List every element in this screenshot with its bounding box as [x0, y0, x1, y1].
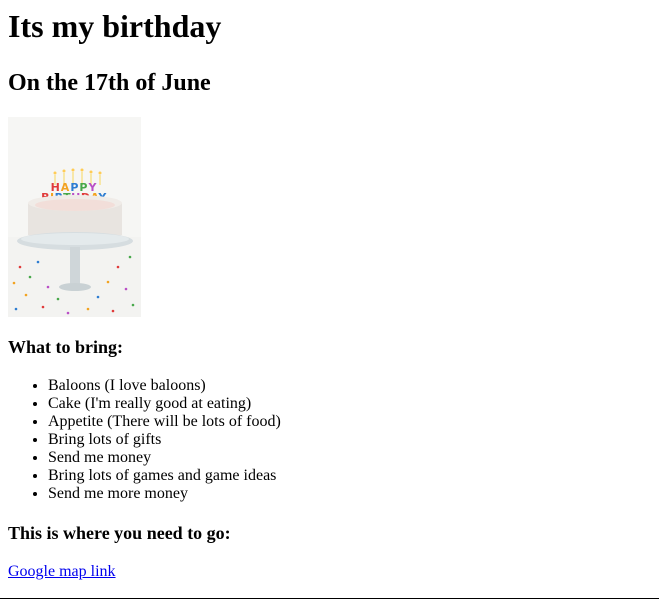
page-title: Its my birthday — [8, 8, 222, 44]
birthday-cake-image: HAPPY BIRTHDAY — [8, 117, 141, 317]
bring-heading: What to bring: — [8, 337, 124, 357]
list-item: Appetite (There will be lots of food) — [48, 413, 651, 431]
date-subtitle: On the 17th of June — [8, 70, 211, 96]
location-heading: This is where you need to go: — [8, 523, 231, 543]
list-item: Bring lots of gifts — [48, 431, 651, 449]
map-link-paragraph: Google map link — [8, 563, 651, 581]
list-item: Cake (I'm really good at eating) — [48, 395, 651, 413]
list-item: Bring lots of games and game ideas — [48, 467, 651, 485]
google-map-link[interactable]: Google map link — [8, 563, 116, 580]
list-item: Baloons (I love baloons) — [48, 377, 651, 395]
list-item: Send me money — [48, 449, 651, 467]
list-item: Send me more money — [48, 485, 651, 503]
page-content: Its my birthday On the 17th of June HAPP… — [0, 0, 659, 581]
bring-list: Baloons (I love baloons) Cake (I'm reall… — [8, 377, 651, 503]
